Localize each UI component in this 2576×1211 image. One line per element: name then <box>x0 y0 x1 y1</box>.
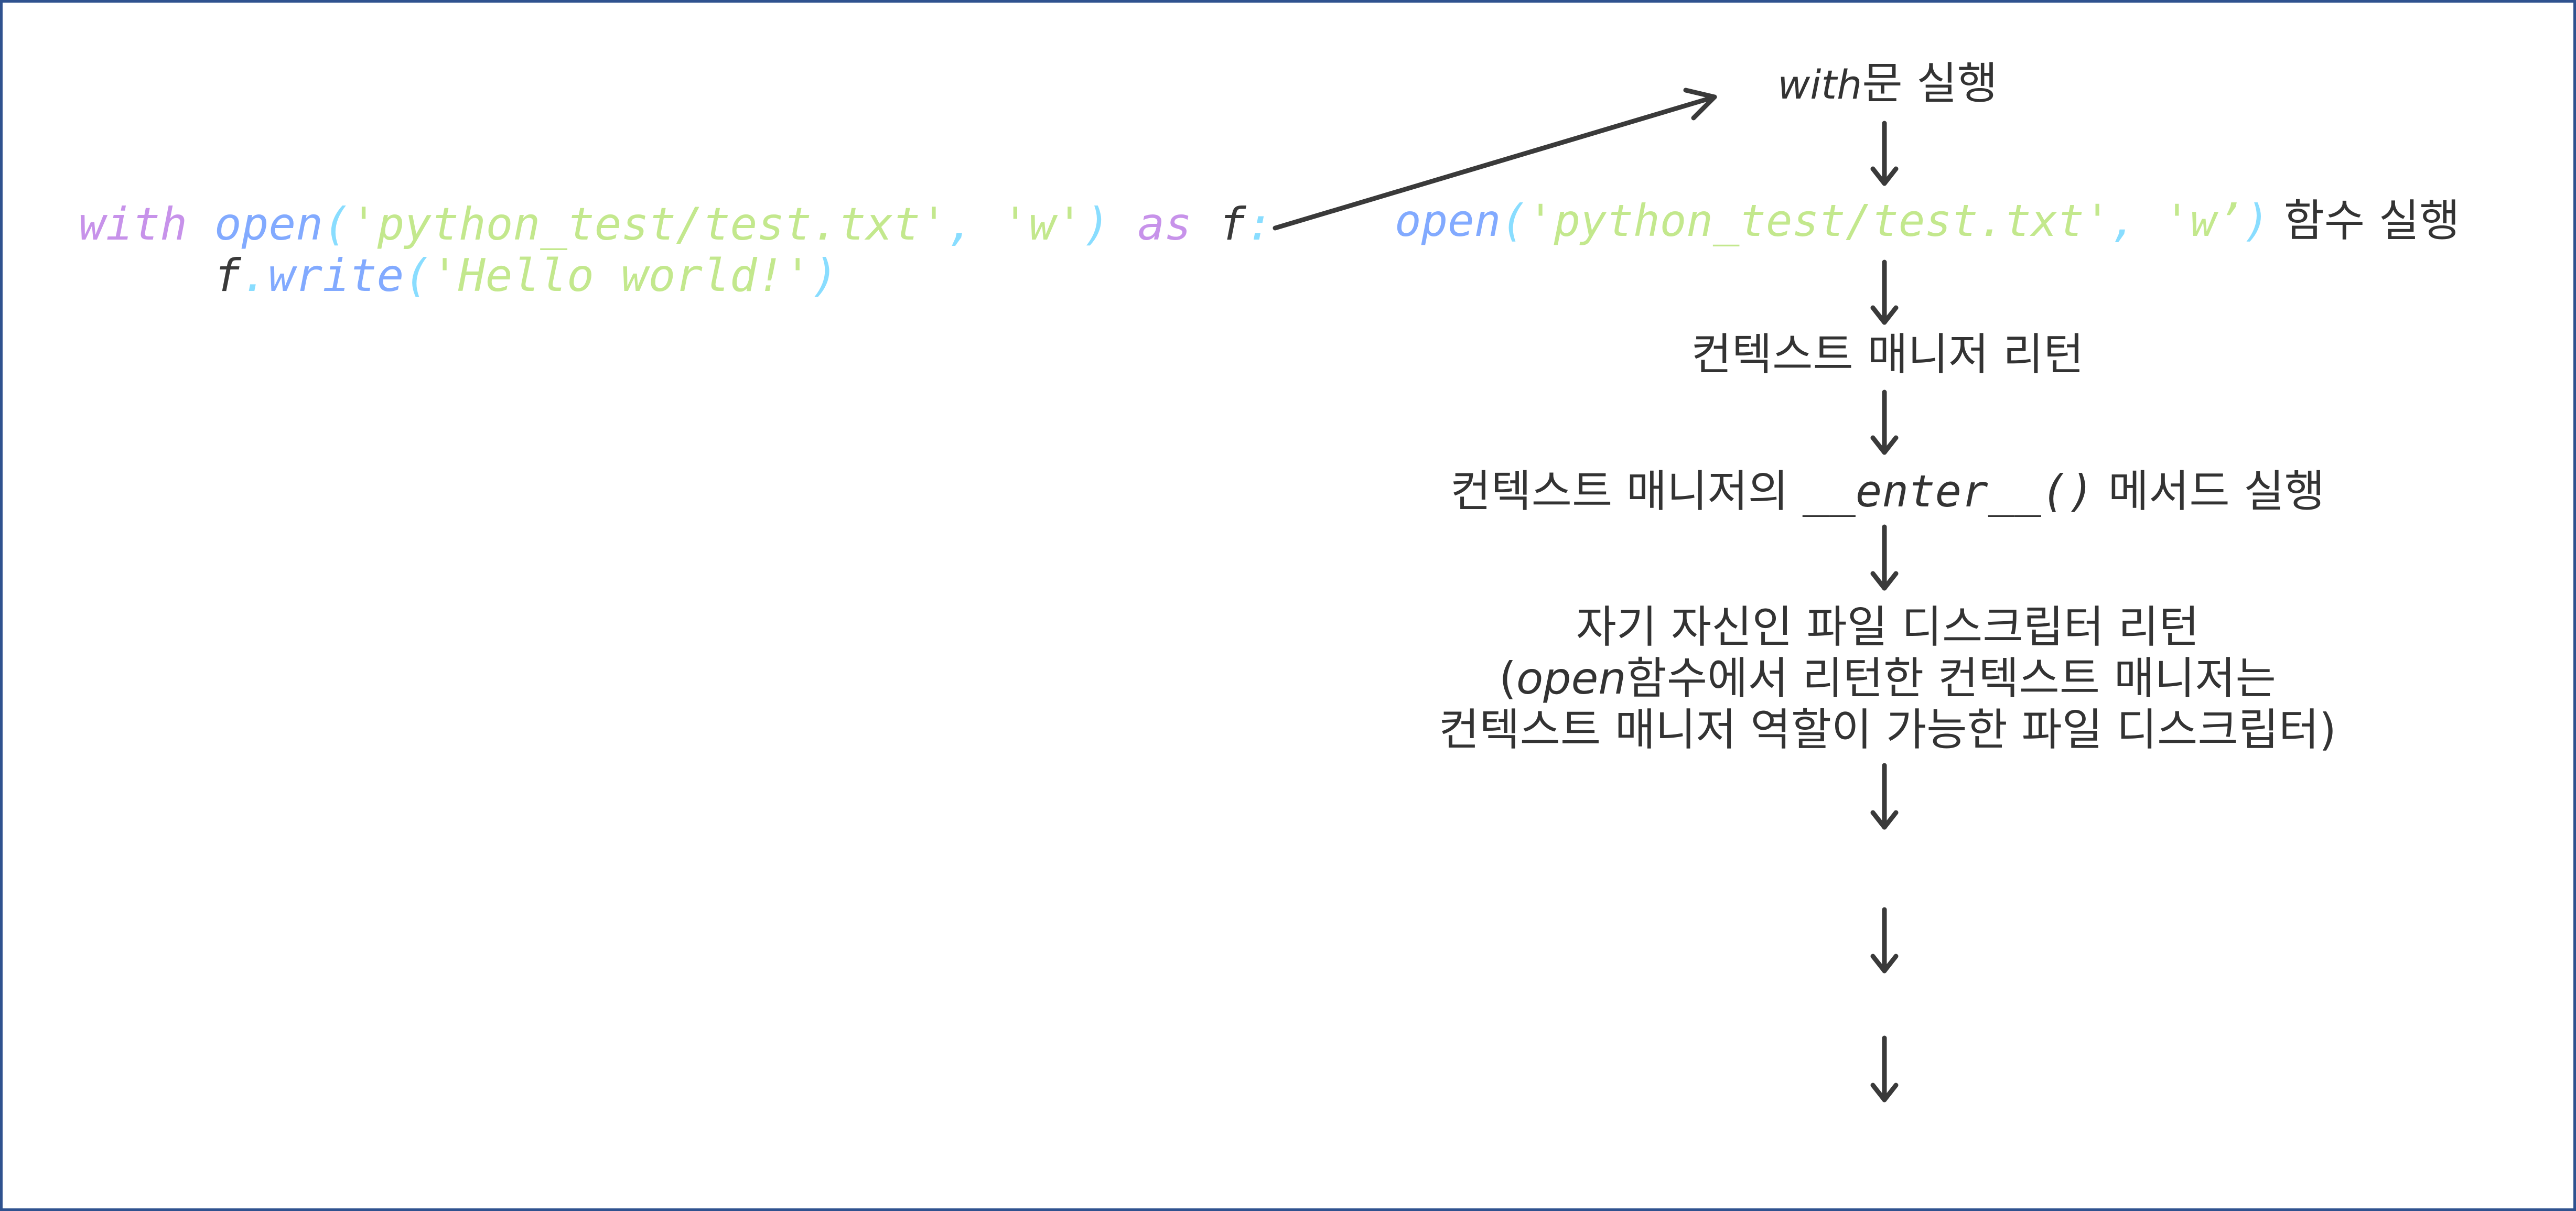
arrow-code-to-flow <box>1273 94 1717 231</box>
flow-arrows <box>1273 88 1899 1102</box>
